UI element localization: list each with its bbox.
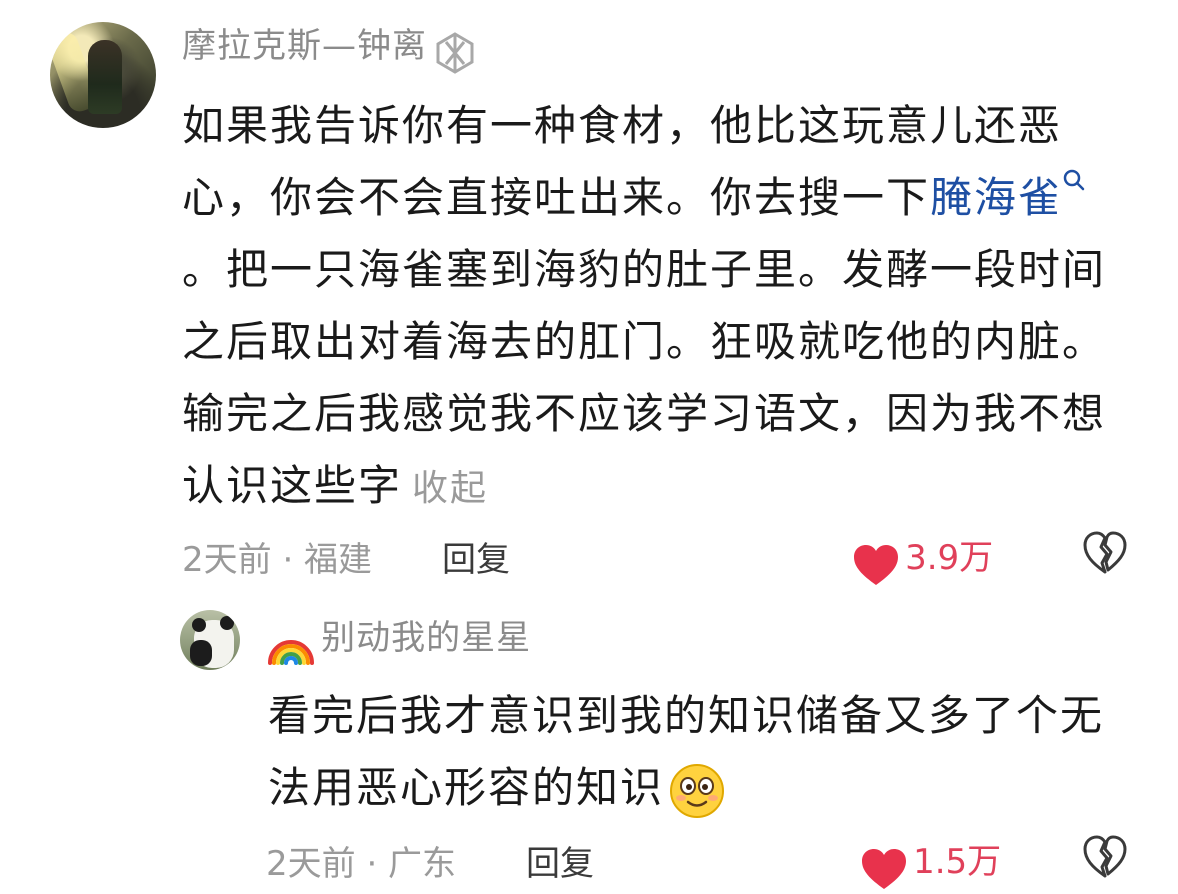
- like-count: 3.9万: [905, 538, 994, 578]
- avatar[interactable]: [180, 610, 240, 670]
- time-location: 2天前 · 广东: [266, 844, 457, 884]
- username[interactable]: 别动我的星星: [321, 618, 531, 658]
- heart-icon: [854, 544, 898, 585]
- heart-icon: [862, 848, 906, 889]
- avatar-panda-ear: [192, 618, 206, 632]
- reply-button[interactable]: 回复: [526, 836, 594, 885]
- avatar-figure: [88, 40, 122, 114]
- search-icon[interactable]: [1062, 168, 1086, 192]
- comment-header: 别动我的星星: [266, 618, 531, 667]
- like-button[interactable]: 1.5万: [860, 834, 1001, 891]
- search-link[interactable]: 腌海雀: [930, 173, 1062, 222]
- comment-header: 摩拉克斯—钟离: [182, 26, 478, 76]
- avatar-panda-arm: [190, 640, 212, 666]
- username[interactable]: 摩拉克斯—钟离: [182, 26, 427, 66]
- avatar[interactable]: [50, 22, 156, 128]
- avatar-panda-ear: [220, 616, 234, 630]
- like-count: 1.5万: [913, 842, 1002, 882]
- like-button[interactable]: 3.9万: [852, 530, 993, 587]
- time-location: 2天前 · 福建: [182, 540, 373, 580]
- smiling-face-icon: [670, 763, 725, 818]
- comment-text-part2: 。把一只海雀塞到海豹的肚子里。发酵一段时间之后取出对着海去的肛门。狂吸就吃他的内…: [182, 245, 1107, 510]
- rainbow-icon: [268, 639, 314, 665]
- broken-heart-icon[interactable]: [1082, 530, 1128, 576]
- collapse-button[interactable]: 收起: [412, 468, 488, 509]
- comment-text: 看完后我才意识到我的知识储备又多了个无法用恶心形容的知识: [268, 680, 1128, 824]
- comment-text: 如果我告诉你有一种食材，他比这玩意儿还恶心，你会不会直接吐出来。你去搜一下腌海雀…: [182, 90, 1122, 525]
- broken-heart-icon[interactable]: [1082, 834, 1128, 880]
- reply-button[interactable]: 回复: [442, 532, 510, 581]
- badge-icon: [436, 31, 474, 74]
